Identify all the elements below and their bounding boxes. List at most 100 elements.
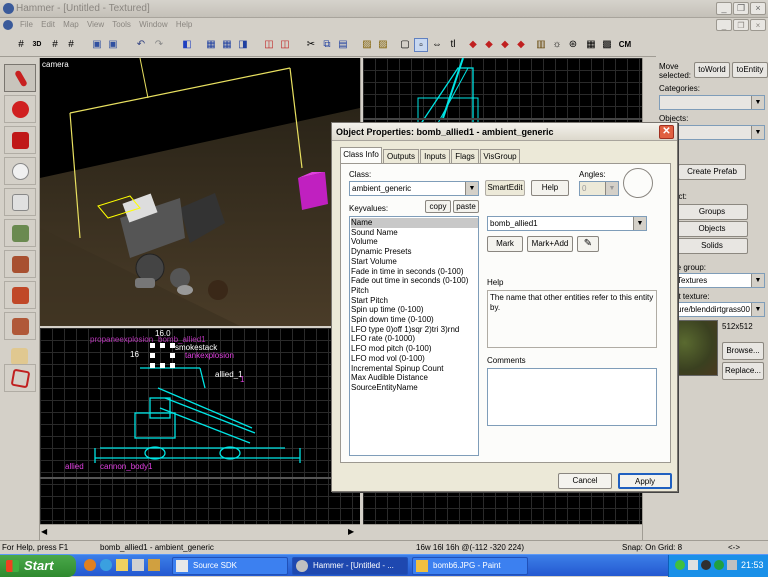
scroll-right-arrow[interactable]: ▶ xyxy=(348,527,354,536)
menu-tools[interactable]: Tools xyxy=(112,20,131,29)
start-button[interactable]: Start xyxy=(0,555,76,577)
load-window-state-icon[interactable]: ▣ xyxy=(90,38,104,52)
menu-help[interactable]: Help xyxy=(176,20,192,29)
carve-icon[interactable]: ◧ xyxy=(180,38,194,52)
smartedit-toggle[interactable]: SmartEdit xyxy=(485,180,525,196)
keyvalue-pitch[interactable]: Pitch xyxy=(351,286,369,296)
paste-button[interactable]: paste xyxy=(453,200,479,213)
texture-lock-icon[interactable]: ▨ xyxy=(360,38,374,52)
keyvalue-max-audible-distance[interactable]: Max Audible Distance xyxy=(351,373,428,383)
maximize-button[interactable]: ❐ xyxy=(733,2,749,15)
toggle-model-icon[interactable]: ▥ xyxy=(534,38,548,52)
texture-tool[interactable] xyxy=(4,219,36,247)
current-texture-select[interactable]: ure/blenddirtgrass00 ▼ xyxy=(674,302,765,317)
group-icon[interactable]: ▦ xyxy=(204,38,218,52)
settings-icon[interactable]: ☼ xyxy=(550,38,564,52)
text-icon[interactable]: tl xyxy=(446,38,460,52)
keyvalue-spin-down[interactable]: Spin down time (0-100) xyxy=(351,315,434,325)
selection-icon[interactable]: ▢ xyxy=(398,38,412,52)
vertex-tool[interactable] xyxy=(4,364,36,392)
mark-add-button[interactable]: Mark+Add xyxy=(527,236,573,252)
mark-button[interactable]: Mark xyxy=(487,236,523,252)
grid-icon[interactable]: # xyxy=(14,38,28,52)
keyvalue-spin-up[interactable]: Spin up time (0-100) xyxy=(351,305,423,315)
mdi-close-button[interactable]: × xyxy=(750,19,766,31)
groups-button[interactable]: Groups xyxy=(676,204,748,220)
keyvalue-incremental-spinup[interactable]: Incremental Spinup Count xyxy=(351,364,444,374)
help-button[interactable]: Help xyxy=(531,180,569,196)
entity-tool[interactable] xyxy=(4,157,36,185)
create-prefab-button[interactable]: Create Prefab xyxy=(678,164,746,180)
front-2d-viewport[interactable]: propaneexplosion bomb_allied1 smokestack… xyxy=(40,328,360,524)
minimize-button[interactable]: _ xyxy=(716,2,732,15)
value-input[interactable]: bomb_allied1 ▼ xyxy=(487,216,647,231)
menu-map[interactable]: Map xyxy=(63,20,79,29)
tray-icon-1[interactable] xyxy=(675,560,685,570)
quickhide-icon[interactable]: ◆ xyxy=(514,38,528,52)
keyvalue-name[interactable]: Name xyxy=(351,218,478,228)
texture-group-select[interactable]: Textures ▼ xyxy=(674,273,765,288)
decal-tool[interactable] xyxy=(4,281,36,309)
task-hammer[interactable]: Hammer - [Untitled - ... xyxy=(292,557,408,575)
quicklaunch-desktop-icon[interactable] xyxy=(132,559,144,571)
categories-select[interactable]: ▼ xyxy=(659,95,765,110)
menu-file[interactable]: File xyxy=(20,20,33,29)
tray-icon-2[interactable] xyxy=(688,560,698,570)
grid-smaller-icon[interactable]: # xyxy=(48,38,62,52)
mdi-minimize-button[interactable]: _ xyxy=(716,19,732,31)
unhide-icon[interactable]: ◫ xyxy=(278,38,292,52)
tab-flags[interactable]: Flags xyxy=(451,149,479,163)
tab-outputs[interactable]: Outputs xyxy=(383,149,419,163)
ungroup-icon[interactable]: ▦ xyxy=(220,38,234,52)
quicklaunch-firefox-icon[interactable] xyxy=(84,559,96,571)
keyvalue-dynamic-presets[interactable]: Dynamic Presets xyxy=(351,247,411,257)
keyvalue-fade-in[interactable]: Fade in time in seconds (0-100) xyxy=(351,267,464,277)
to-entity-button[interactable]: toEntity xyxy=(732,62,768,78)
keyvalue-start-volume[interactable]: Start Volume xyxy=(351,257,397,267)
quicklaunch-folder-icon[interactable] xyxy=(116,559,128,571)
grid-larger-icon[interactable]: # xyxy=(64,38,78,52)
solids-button[interactable]: Solids xyxy=(676,238,748,254)
side-view-hscroll[interactable] xyxy=(363,524,642,540)
to-world-button[interactable]: toWorld xyxy=(694,62,730,78)
keyvalue-fade-out[interactable]: Fade out time in seconds (0-100) xyxy=(351,276,468,286)
replace-button[interactable]: Replace... xyxy=(722,362,764,380)
class-select[interactable]: ambient_generic ▼ xyxy=(349,181,479,196)
comments-input[interactable] xyxy=(487,368,657,426)
objects-button[interactable]: Objects xyxy=(676,221,748,237)
keyvalue-lfo-mod-vol[interactable]: LFO mod vol (0-100) xyxy=(351,354,425,364)
angles-select[interactable]: 0 ▼ xyxy=(579,181,619,196)
overlay-tool[interactable] xyxy=(4,312,36,340)
check-map-icon[interactable]: ◆ xyxy=(498,38,512,52)
browse-button[interactable]: Browse... xyxy=(722,342,764,360)
keyvalue-lfo-type[interactable]: LFO type 0)off 1)sqr 2)tri 3)rnd xyxy=(351,325,459,335)
apply-button[interactable]: Apply xyxy=(618,473,672,489)
tray-volume-icon[interactable] xyxy=(727,560,737,570)
quicklaunch-ie-icon[interactable] xyxy=(100,559,112,571)
toggle-model-fade-icon[interactable]: ▩ xyxy=(600,38,614,52)
tab-visgroup[interactable]: VisGroup xyxy=(480,149,520,163)
keyvalues-list[interactable]: Name Sound Name Volume Dynamic Presets S… xyxy=(349,216,479,456)
quicklaunch-media-icon[interactable] xyxy=(148,559,160,571)
copy-button[interactable]: copy xyxy=(425,200,451,213)
toggle-helpers-icon[interactable]: ▦ xyxy=(584,38,598,52)
menu-view[interactable]: View xyxy=(87,20,104,29)
tab-class-info[interactable]: Class Info xyxy=(340,147,382,164)
menu-window[interactable]: Window xyxy=(139,20,167,29)
tab-inputs[interactable]: Inputs xyxy=(420,149,450,163)
keyvalue-volume[interactable]: Volume xyxy=(351,237,378,247)
dialog-close-button[interactable]: ✕ xyxy=(659,125,674,139)
block-tool[interactable] xyxy=(4,188,36,216)
paste-icon[interactable]: ▤ xyxy=(336,38,350,52)
task-source-sdk[interactable]: Source SDK xyxy=(172,557,288,575)
eyedropper-button[interactable]: ✎ xyxy=(577,236,599,252)
keyvalue-sound-name[interactable]: Sound Name xyxy=(351,228,398,238)
cancel-button[interactable]: Cancel xyxy=(558,473,612,489)
rotate-icon[interactable]: ⇔ xyxy=(430,38,444,52)
camera-viewport[interactable]: camera xyxy=(40,58,360,326)
close-button[interactable]: × xyxy=(750,2,766,15)
angles-dial[interactable] xyxy=(623,168,653,198)
undo-icon[interactable]: ↶ xyxy=(134,38,148,52)
copy-icon[interactable]: ⧉ xyxy=(320,38,334,52)
scroll-left-arrow[interactable]: ◀ xyxy=(41,527,47,536)
